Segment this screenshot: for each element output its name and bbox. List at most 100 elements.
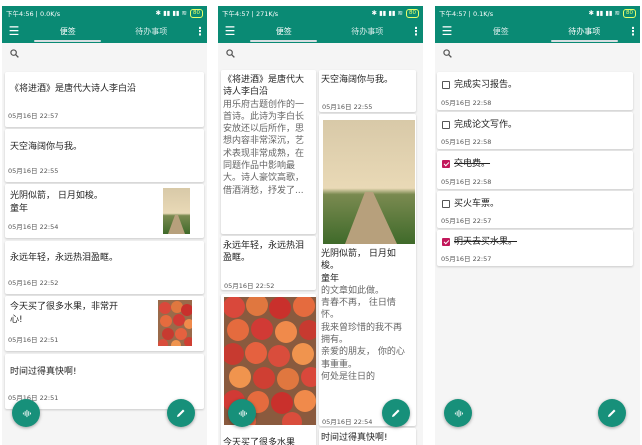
note-date: 05月16日 22:52 [224,282,275,290]
note-preview: 用乐府古题创作的一 [223,99,305,110]
voice-button[interactable] [228,399,256,427]
grid-note-card[interactable]: 《将进酒》是唐代大 诗人李白沿 用乐府古题创作的一 首诗。此诗为李白长 安放还以… [221,70,316,234]
grid-note-card[interactable]: 光阴似箭， 日月如 梭。 童年 的文章如此做。 青春不再， 往日情 怀。 我来曾… [319,114,416,426]
todo-text: 交电费。 [454,159,491,169]
new-todo-button[interactable] [598,399,626,427]
note-text: 光阴似箭， 日月如梭。 [10,191,103,201]
new-note-button[interactable] [382,399,410,427]
todo-date: 05月16日 22:58 [441,138,492,146]
more-vert-icon[interactable]: ⋮ [626,20,640,43]
voice-button[interactable] [444,399,472,427]
app-bar: ☰ 便签 待办事项 ⋮ [2,20,207,43]
status-time: 下午4:56 [6,10,34,18]
todo-item[interactable]: 明天去买水果。 05月16日 22:57 [437,230,633,266]
notes-list-screen: 下午4:56 | 0.0K/s ✱ ▮▮ ▮▮ ≋ 80 ☰ 便签 待办事项 ⋮ … [2,6,207,445]
status-time: 下午4:57 [439,10,467,18]
note-date: 05月16日 22:51 [8,336,59,344]
status-bar: 下午4:56 | 0.0K/s ✱ ▮▮ ▮▮ ≋ 80 [2,6,207,20]
more-vert-icon[interactable]: ⋮ [409,20,423,43]
grid-note-card[interactable]: 天空海阔你与我。 05月16日 22:55 [319,70,416,112]
todo-date: 05月16日 22:57 [441,255,492,263]
status-time: 下午4:57 [222,10,250,18]
voice-button[interactable] [12,399,40,427]
note-text-line2: 心! [10,315,23,325]
mic-icon [22,409,31,417]
fruit-thumbnail [158,300,192,346]
signal-icon: ✱ ▮▮ ▮▮ ≋ [371,9,403,17]
note-card[interactable]: 永远年轻，永远热泪盈眶。 05月16日 22:52 [5,241,204,294]
network-speed: 0.1K/s [472,10,494,18]
search-bar[interactable] [2,43,207,63]
todo-date: 05月16日 22:57 [441,217,492,225]
network-speed: 0.0K/s [39,10,61,18]
search-icon [443,48,452,58]
note-date: 05月16日 22:54 [322,418,373,426]
note-preview: 何处是往日的 [321,371,376,382]
todo-item[interactable]: 买火车票。 05月16日 22:57 [437,191,633,228]
grid-note-card[interactable]: 时间过得真快啊! [319,428,416,445]
search-bar[interactable] [435,43,640,63]
new-note-button[interactable] [167,399,195,427]
tab-notes[interactable]: 便签 [459,20,543,43]
todo-date: 05月16日 22:58 [441,99,492,107]
note-card[interactable]: 天空海阔你与我。 05月16日 22:55 [5,129,204,182]
search-icon [10,48,19,58]
todo-text: 完成论文写作。 [454,120,518,130]
note-preview: 首诗。此诗为李白长 [223,111,305,122]
tab-todo[interactable]: 待办事项 [543,20,627,43]
search-bar[interactable] [218,43,423,63]
signal-icon: ✱ ▮▮ ▮▮ ≋ [588,9,620,17]
note-date: 05月16日 22:55 [8,167,59,175]
note-card[interactable]: 《将进酒》是唐代大诗人李白沿 05月16日 22:57 [5,72,204,127]
todo-checkbox-checked[interactable] [442,237,450,246]
note-text: 时间过得真快啊! [321,433,388,443]
note-text: 天空海阔你与我。 [321,75,394,85]
todo-checkbox[interactable] [442,120,450,129]
note-preview: 借酒消愁，抒发了... [223,185,304,196]
todo-item[interactable]: 完成实习报告。 05月16日 22:58 [437,72,633,110]
note-text: 今天买了很多水果，非常开 [10,302,119,312]
todo-checkbox[interactable] [442,80,450,89]
todo-item[interactable]: 完成论文写作。 05月16日 22:58 [437,112,633,149]
note-date: 05月16日 22:54 [8,223,59,231]
battery-icon: 80 [406,8,419,18]
todo-item[interactable]: 交电费。 05月16日 22:58 [437,151,633,189]
note-preview: 我来曾珍惜的我不再 [321,322,403,333]
todo-checkbox[interactable] [442,199,450,208]
note-preview: 拥有。 [321,335,349,346]
note-text: 《将进酒》是唐代大诗人李白沿 [10,84,137,94]
note-text: 永远年轻，永远热泪 [223,241,305,251]
note-text: 天空海阔你与我。 [10,142,83,152]
app-bar: ☰ 便签 待办事项 ⋮ [435,20,640,43]
tab-notes[interactable]: 便签 [242,20,326,43]
note-text: 永远年轻，永远热泪盈眶。 [10,253,119,263]
battery-icon: 80 [190,8,203,18]
road-image [323,120,415,244]
note-card[interactable]: 今天买了很多水果，非常开 心! 05月16日 22:51 [5,296,204,351]
menu-icon[interactable]: ☰ [2,20,26,43]
note-text: 诗人李白沿 [223,87,269,98]
note-date: 05月16日 22:52 [8,279,59,287]
menu-icon[interactable]: ☰ [218,20,242,43]
note-preview: 安放还以后所作，思 [223,124,305,135]
edit-icon [608,409,616,417]
more-vert-icon[interactable]: ⋮ [193,20,207,43]
tab-notes[interactable]: 便签 [26,20,110,43]
note-text: 童年 [321,273,340,284]
todo-checkbox-checked[interactable] [442,159,450,168]
battery-icon: 80 [623,8,636,18]
signal-icon: ✱ ▮▮ ▮▮ ≋ [155,9,187,17]
tab-todo[interactable]: 待办事项 [110,20,194,43]
road-thumbnail [163,188,190,234]
search-icon [226,48,235,58]
menu-icon[interactable]: ☰ [435,20,459,43]
grid-note-card[interactable]: 永远年轻，永远热泪 盈眶。 05月16日 22:52 [221,236,316,290]
note-text: 今天买了很多水果 [223,438,296,445]
note-preview: 青春不再， 往日情 [321,298,396,309]
tab-todo[interactable]: 待办事项 [326,20,410,43]
note-date: 05月16日 22:57 [8,112,59,120]
todo-text: 明天去买水果。 [454,237,518,247]
note-text: 光阴似箭， 日月如 [321,249,396,259]
todo-screen: 下午4:57 | 0.1K/s ✱ ▮▮ ▮▮ ≋ 80 ☰ 便签 待办事项 ⋮ … [435,6,640,445]
note-card[interactable]: 光阴似箭， 日月如梭。 童年 05月16日 22:54 [5,184,204,238]
